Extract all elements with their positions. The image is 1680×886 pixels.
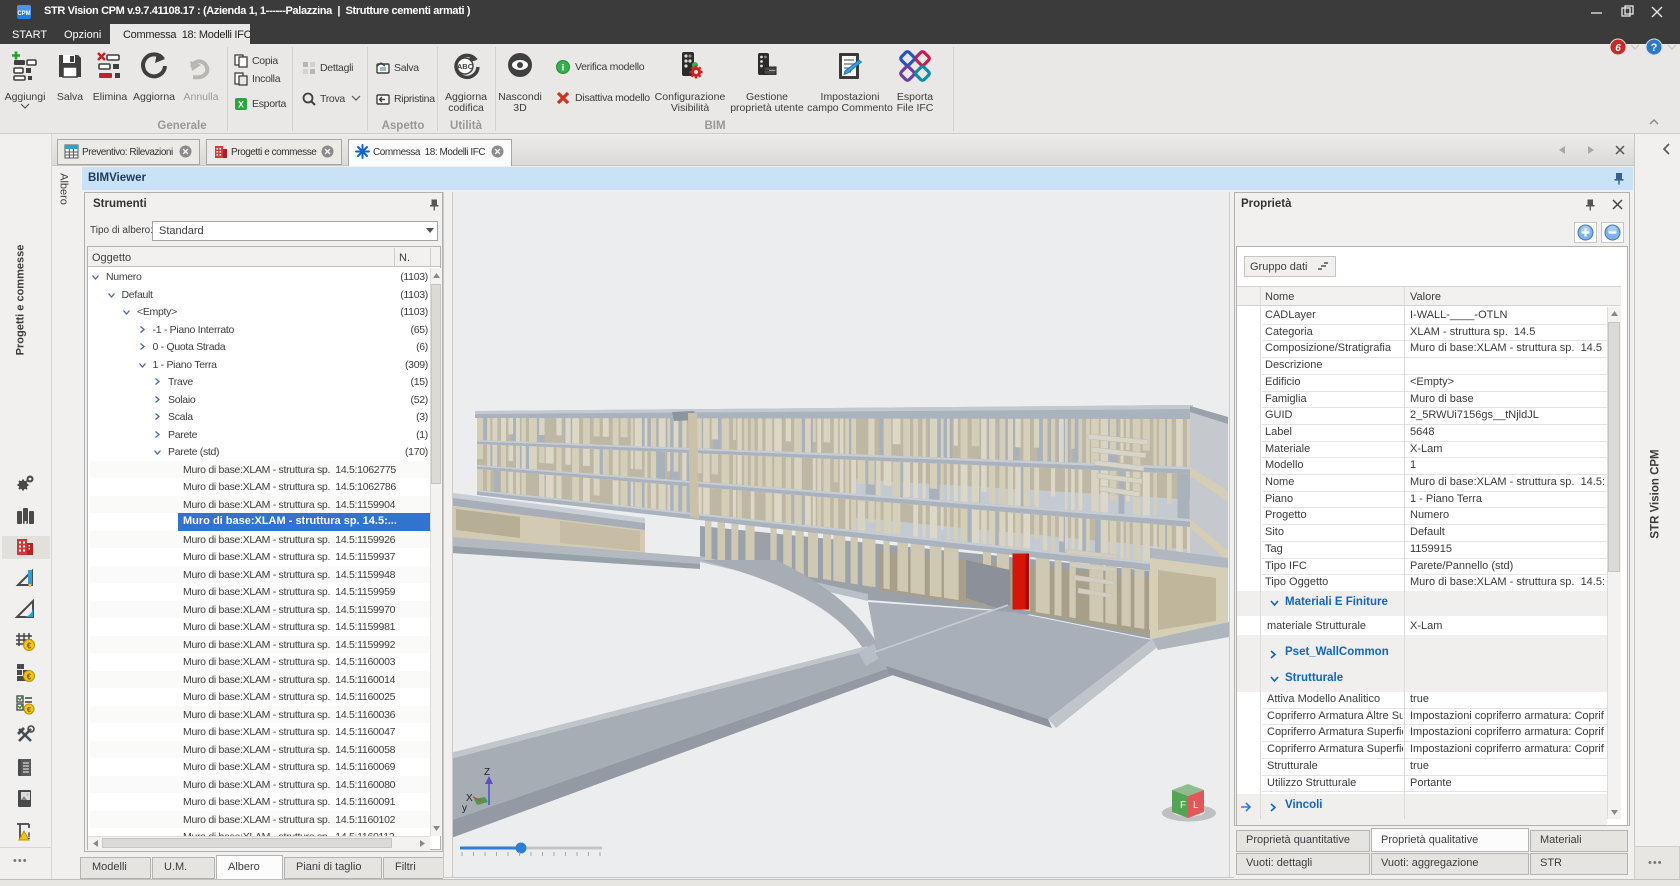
- svg-text:!: !: [28, 831, 31, 841]
- svg-text:?: ?: [1651, 42, 1658, 54]
- svg-text:ABC: ABC: [457, 62, 474, 71]
- svg-text:Z: Z: [484, 767, 490, 778]
- svg-text:X: X: [238, 100, 244, 110]
- svg-text:CPM: CPM: [17, 11, 30, 17]
- svg-text:y: y: [462, 803, 467, 814]
- svg-text:X: X: [466, 793, 473, 804]
- svg-text:L: L: [1193, 800, 1199, 811]
- svg-text:€: €: [27, 641, 32, 650]
- svg-text:6: 6: [1615, 43, 1621, 54]
- svg-text:€: €: [27, 673, 32, 682]
- svg-text:F: F: [1180, 800, 1186, 811]
- svg-text:i: i: [562, 63, 565, 73]
